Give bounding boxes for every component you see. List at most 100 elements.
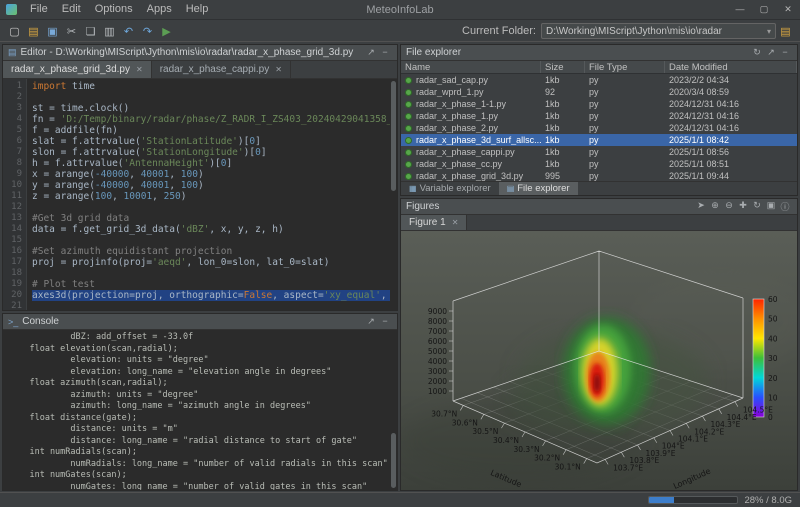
open-folder-icon[interactable]: ▤	[24, 25, 43, 38]
line-number: 16	[3, 246, 22, 257]
menu-help[interactable]: Help	[179, 0, 216, 19]
zoom-out-icon[interactable]: ⊖	[722, 200, 736, 213]
float-panel-icon[interactable]: ↗	[364, 316, 378, 327]
undo-icon[interactable]: ↶	[119, 25, 138, 38]
code-line[interactable]: import time	[32, 81, 390, 92]
tab-close-icon[interactable]: ✕	[136, 65, 143, 74]
console-output[interactable]: dBZ: add_offset = -33.0f float elevation…	[3, 330, 390, 490]
line-number: 14	[3, 224, 22, 235]
code-line[interactable]	[32, 235, 390, 246]
bottom-tab-label: File explorer	[517, 183, 569, 194]
minimize-panel-icon[interactable]: −	[778, 47, 792, 58]
save-icon[interactable]: ▣	[43, 25, 62, 38]
code-line[interactable]	[32, 301, 390, 310]
maximize-button[interactable]: ▢	[752, 0, 776, 19]
console-line: numGates: long_name = "number of valid g…	[9, 482, 390, 491]
lat-tick-label: 30.4°N	[493, 436, 519, 445]
console-scrollbar[interactable]	[390, 330, 397, 490]
line-number: 18	[3, 268, 22, 279]
editor-tabs: radar_x_phase_grid_3d.py✕radar_x_phase_c…	[3, 61, 397, 79]
new-file-icon[interactable]: ▢	[5, 25, 24, 38]
browse-folder-icon[interactable]: ▤	[776, 25, 795, 38]
full-extent-icon[interactable]: ▣	[764, 200, 778, 213]
figure-tab[interactable]: Figure 1 ✕	[401, 215, 467, 230]
code-line[interactable]: proj = projinfo(proj='aeqd', lon_0=slon,…	[32, 257, 390, 268]
run-icon[interactable]: ▶	[157, 25, 176, 38]
minimize-panel-icon[interactable]: −	[378, 47, 392, 58]
pan-icon[interactable]: ✚	[736, 200, 750, 213]
code-line[interactable]: slon = f.attrvalue('StationLongitude')[0…	[32, 147, 390, 158]
code-line[interactable]: h = f.attrvalue('AntennaHeight')[0]	[32, 158, 390, 169]
file-row[interactable]: radar_x_phase_3d_surf_allsc...1kbpy2025/…	[401, 134, 797, 146]
code-line[interactable]: #Set azimuth equidistant projection	[32, 246, 390, 257]
column-header-size[interactable]: Size	[541, 61, 585, 73]
minimize-button[interactable]: —	[728, 0, 752, 19]
editor-code-area[interactable]: import time st = time.clock()fn = 'D:/Tem…	[27, 79, 390, 310]
figure-tab-label: Figure 1	[409, 217, 446, 228]
file-row[interactable]: radar_wprd_1.py92py2020/3/4 08:59	[401, 86, 797, 98]
tab-close-icon[interactable]: ✕	[275, 65, 282, 74]
figure-canvas[interactable]: 90008000700060005000400030002000100030.7…	[401, 231, 797, 490]
editor-scrollbar[interactable]	[390, 79, 397, 310]
console-line: distance: units = "m"	[9, 424, 390, 436]
column-header-file-type[interactable]: File Type	[585, 61, 665, 73]
code-line[interactable]: axes3d(projection=proj, orthographic=Fal…	[32, 290, 390, 301]
lat-tick-label: 30.3°N	[514, 445, 540, 454]
code-line[interactable]: x = arange(-40000, 40001, 100)	[32, 169, 390, 180]
chevron-down-icon[interactable]: ▾	[763, 27, 771, 36]
editor-tab-radar-x-phase-grid-3d-py[interactable]: radar_x_phase_grid_3d.py✕	[3, 61, 152, 78]
code-line[interactable]	[32, 92, 390, 103]
close-button[interactable]: ✕	[776, 0, 800, 19]
refresh-icon[interactable]: ↻	[750, 47, 764, 58]
select-icon[interactable]: ➤	[694, 200, 708, 213]
code-line[interactable]: y = arange(-40000, 40001, 100)	[32, 180, 390, 191]
column-header-date-modified[interactable]: Date Modified	[665, 61, 797, 73]
cut-icon[interactable]: ✂	[62, 25, 81, 38]
bottom-tab-variable-explorer[interactable]: ▦Variable explorer	[401, 182, 499, 195]
float-panel-icon[interactable]: ↗	[364, 47, 378, 58]
info-icon[interactable]: ⓘ	[778, 200, 792, 213]
code-line[interactable]: slat = f.attrvalue('StationLatitude')[0]	[32, 136, 390, 147]
file-row[interactable]: radar_x_phase_cc.py1kbpy2025/1/1 08:51	[401, 158, 797, 170]
file-row[interactable]: radar_x_phase_cappi.py1kbpy2025/1/1 08:5…	[401, 146, 797, 158]
code-line[interactable]: fn = 'D:/Temp/binary/radar/phase/Z_RADR_…	[32, 114, 390, 125]
editor-tab-label: radar_x_phase_cappi.py	[160, 64, 270, 75]
z-tick-label: 3000	[428, 367, 447, 376]
code-line[interactable]: # Plot test	[32, 279, 390, 290]
lat-tick-label: 30.1°N	[555, 463, 581, 472]
code-line[interactable]	[32, 202, 390, 213]
menu-bar: FileEditOptionsAppsHelp	[23, 0, 215, 19]
minimize-panel-icon[interactable]: −	[378, 316, 392, 327]
redo-icon[interactable]: ↷	[138, 25, 157, 38]
code-line[interactable]: f = addfile(fn)	[32, 125, 390, 136]
float-panel-icon[interactable]: ↗	[764, 47, 778, 58]
code-line[interactable]: #Get 3d grid data	[32, 213, 390, 224]
menu-file[interactable]: File	[23, 0, 55, 19]
bottom-tab-file-explorer[interactable]: ▤File explorer	[499, 182, 578, 195]
tab-close-icon[interactable]: ✕	[452, 218, 459, 227]
column-header-name[interactable]: Name	[401, 61, 541, 73]
console-line: distance: long_name = "radial distance t…	[9, 436, 390, 448]
file-size: 1kb	[541, 111, 585, 121]
editor-tab-radar-x-phase-cappi-py[interactable]: radar_x_phase_cappi.py ✕	[152, 61, 291, 78]
code-line[interactable]: data = f.get_grid_3d_data('dBZ', x, y, z…	[32, 224, 390, 235]
file-row[interactable]: radar_x_phase_2.py1kbpy2024/12/31 04:16	[401, 122, 797, 134]
current-folder-combobox[interactable]: D:\Working\MIScript\Jython\mis\io\radar …	[541, 23, 776, 39]
paste-icon[interactable]: ▥	[100, 25, 119, 38]
file-row[interactable]: radar_x_phase_1.py1kbpy2024/12/31 04:16	[401, 110, 797, 122]
memory-usage-bar[interactable]	[648, 496, 738, 504]
menu-options[interactable]: Options	[88, 0, 140, 19]
zoom-in-icon[interactable]: ⊕	[708, 200, 722, 213]
rotate-icon[interactable]: ↻	[750, 200, 764, 213]
file-row[interactable]: radar_sad_cap.py1kbpy2023/2/2 04:34	[401, 74, 797, 86]
code-line[interactable]: st = time.clock()	[32, 103, 390, 114]
copy-icon[interactable]: ❏	[81, 25, 100, 38]
code-line[interactable]	[32, 268, 390, 279]
z-tick-label: 8000	[428, 317, 447, 326]
figures-panel-title: Figures	[406, 201, 439, 212]
file-row[interactable]: radar_x_phase_1-1.py1kbpy2024/12/31 04:1…	[401, 98, 797, 110]
menu-apps[interactable]: Apps	[140, 0, 179, 19]
code-line[interactable]: z = arange(100, 10001, 250)	[32, 191, 390, 202]
menu-edit[interactable]: Edit	[55, 0, 88, 19]
file-name: radar_x_phase_cappi.py	[416, 147, 515, 157]
